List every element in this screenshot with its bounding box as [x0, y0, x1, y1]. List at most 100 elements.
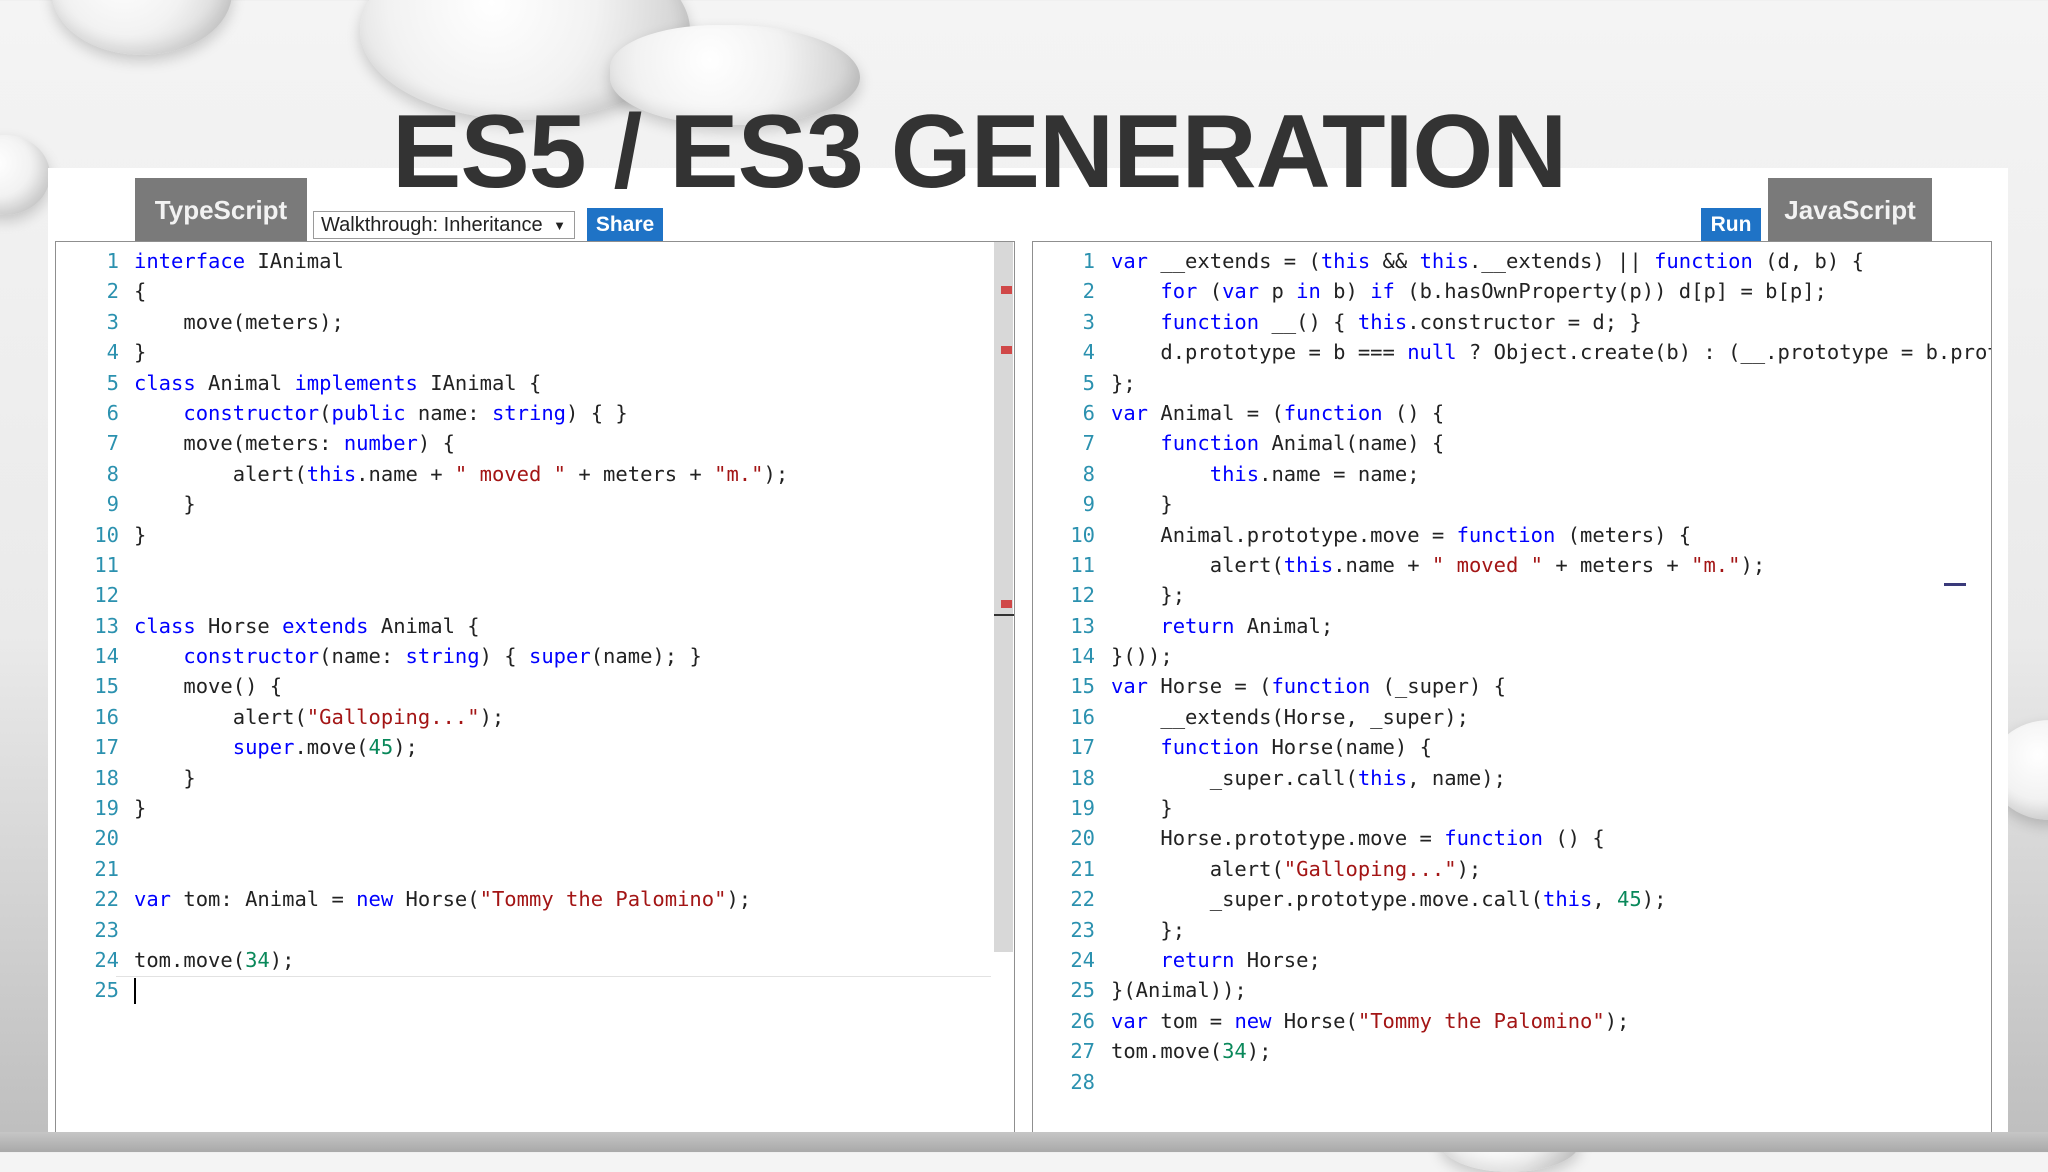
code-token: ); [726, 887, 752, 912]
code-line[interactable]: 3 function __() { this.constructor = d; … [1033, 307, 1991, 337]
code-line[interactable]: 18 } [56, 763, 788, 793]
javascript-code: 1 var __extends = (this && this.__extends… [1033, 246, 1991, 1097]
walkthrough-select[interactable]: Walkthrough: Inheritance ▼ [313, 211, 575, 239]
code-line[interactable]: 7 move(meters: number) { [56, 428, 788, 458]
code-line[interactable]: 12 [56, 580, 788, 610]
code-token: (_super) { [1370, 674, 1506, 699]
code-line[interactable]: 16 __extends(Horse, _super); [1033, 702, 1991, 732]
code-line[interactable]: 19} [56, 793, 788, 823]
code-line[interactable]: 9 } [1033, 489, 1991, 519]
code-line[interactable]: 26 var tom = new Horse("Tommy the Palomin… [1033, 1006, 1991, 1036]
code-line[interactable]: 5 class Animal implements IAnimal { [56, 368, 788, 398]
code-token: var [1111, 1008, 1149, 1033]
code-line[interactable]: 9 } [56, 489, 788, 519]
text-cursor [134, 978, 136, 1005]
code-line[interactable]: 22 var tom: Animal = new Horse("Tommy the… [56, 884, 788, 914]
code-line[interactable]: 4} [56, 337, 788, 367]
code-line[interactable]: 3 move(meters); [56, 307, 788, 337]
code-line[interactable]: 14}()); [1033, 641, 1991, 671]
code-line[interactable]: 22 _super.prototype.move.call(this, 45); [1033, 884, 1991, 914]
code-line[interactable]: 12 }; [1033, 580, 1991, 610]
code-token: (name); } [590, 644, 702, 669]
code-token: "m." [1691, 552, 1741, 577]
line-number: 28 [1070, 1069, 1095, 1094]
code-line[interactable]: 20 Horse.prototype.move = function () { [1033, 823, 1991, 853]
code-token: number [343, 431, 418, 456]
code-line[interactable]: 25 [56, 975, 788, 1005]
code-line[interactable]: 17 function Horse(name) { [1033, 732, 1991, 762]
code-line[interactable]: 11 alert(this.name + " moved " + meters … [1033, 550, 1991, 580]
typescript-editor[interactable]: 1 interface IAnimal 2{3 move(meters); 4} 5 cl… [55, 241, 1015, 1141]
code-token: constructor [183, 400, 320, 425]
code-token: alert( [1111, 856, 1284, 881]
code-line[interactable]: 21 alert("Galloping..."); [1033, 854, 1991, 884]
code-line[interactable]: 16 alert("Galloping..."); [56, 702, 788, 732]
code-line[interactable]: 14 constructor(name: string) { super(nam… [56, 641, 788, 671]
code-line[interactable]: 27 tom.move(34); [1033, 1036, 1991, 1066]
code-line[interactable]: 6 var Animal = (function () { [1033, 398, 1991, 428]
line-number: 9 [1082, 492, 1095, 517]
javascript-output-editor[interactable]: 1 var __extends = (this && this.__extends… [1032, 241, 1992, 1141]
code-token: } [134, 765, 196, 790]
typescript-code: 1 interface IAnimal 2{3 move(meters); 4} 5 cl… [56, 246, 788, 1006]
code-token: "Galloping..." [306, 704, 480, 729]
code-line[interactable]: 10 Animal.prototype.move = function (met… [1033, 520, 1991, 550]
code-line[interactable]: 2 for (var p in b) if (b.hasOwnProperty(… [1033, 276, 1991, 306]
code-line[interactable]: 2{ [56, 276, 788, 306]
code-token: tom.move( [134, 947, 246, 972]
code-line[interactable]: 8 this.name = name; [1033, 459, 1991, 489]
code-line[interactable]: 17 super.move(45); [56, 732, 788, 762]
code-token: ); [393, 735, 418, 760]
tab-typescript[interactable]: TypeScript [135, 178, 307, 243]
code-token: ) { } [566, 400, 628, 425]
code-line[interactable]: 24 return Horse; [1033, 945, 1991, 975]
line-number: 5 [106, 370, 119, 395]
line-number: 23 [94, 917, 119, 942]
code-token: } [134, 492, 196, 517]
walkthrough-selected-value: Walkthrough: Inheritance [321, 213, 543, 236]
code-token: this [306, 461, 357, 486]
code-token: b) [1320, 279, 1371, 304]
code-line[interactable]: 19 } [1033, 793, 1991, 823]
code-line[interactable]: 28 [1033, 1067, 1991, 1097]
code-line[interactable]: 1 interface IAnimal [56, 246, 788, 276]
code-line[interactable]: 8 alert(this.name + " moved " + meters +… [56, 459, 789, 489]
code-token: Animal [195, 370, 295, 395]
code-line[interactable]: 6 constructor(public name: string) { } [56, 398, 788, 428]
code-line[interactable]: 23 [56, 915, 788, 945]
share-button[interactable]: Share [587, 208, 663, 242]
line-number: 7 [1082, 431, 1095, 456]
code-line[interactable]: 10} [56, 520, 788, 550]
line-number: 12 [1070, 583, 1095, 608]
code-line[interactable]: 11 [56, 550, 788, 580]
code-token: move(meters); [134, 309, 344, 334]
code-line[interactable]: 15 var Horse = (function (_super) { [1033, 671, 1991, 701]
code-token: .name = name; [1259, 461, 1420, 486]
code-token: super [528, 644, 591, 669]
code-line[interactable]: 18 _super.call(this, name); [1033, 763, 1991, 793]
code-token: + meters + [566, 461, 715, 486]
code-line[interactable]: 1 var __extends = (this && this.__extends… [1033, 246, 1991, 276]
code-line[interactable]: 15 move() { [56, 671, 788, 701]
code-line[interactable]: 4 d.prototype = b === null ? Object.crea… [1033, 337, 1991, 367]
overview-ruler-marker [1944, 583, 1966, 586]
run-button[interactable]: Run [1701, 208, 1761, 242]
code-line[interactable]: 13 class Horse extends Animal { [56, 611, 788, 641]
code-line[interactable]: 21 [56, 854, 788, 884]
code-line[interactable]: 5}; [1033, 368, 1991, 398]
line-number: 9 [106, 492, 119, 517]
code-line[interactable]: 20 [56, 823, 788, 853]
code-line[interactable]: 23 }; [1033, 915, 1991, 945]
code-token: tom.move( [1111, 1039, 1223, 1064]
code-token: Animal { [368, 613, 480, 638]
code-line[interactable]: 7 function Animal(name) { [1033, 428, 1991, 458]
code-token: this [1542, 887, 1593, 912]
code-token: alert( [1111, 552, 1284, 577]
code-line[interactable]: 25}(Animal)); [1033, 975, 1991, 1005]
code-line[interactable]: 13 return Animal; [1033, 611, 1991, 641]
code-line[interactable]: 24 tom.move(34); [56, 945, 788, 975]
tab-javascript[interactable]: JavaScript [1768, 178, 1932, 243]
